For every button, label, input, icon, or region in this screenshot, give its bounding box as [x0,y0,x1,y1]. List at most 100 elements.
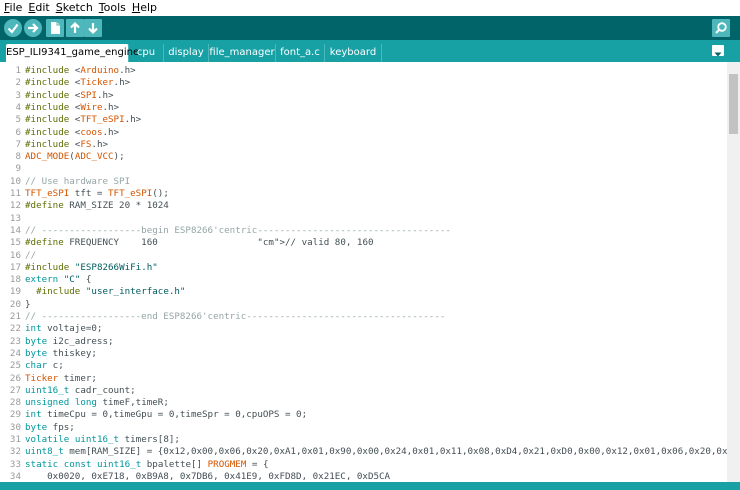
tab-display[interactable]: display [164,44,209,62]
code-text: #define FREQUENCY 160 "cm">// valid 80, … [25,237,374,249]
menu-mnemonic: H [131,1,141,14]
code-text: #include "user_interface.h" [36,286,186,298]
line-number: 8 [15,151,21,163]
code-text: 0x0020, 0xE718, 0xB9A8, 0x7DB6, 0x41E9, … [25,470,391,482]
code-text: int voltaje=0; [25,323,103,335]
code-line: 28 unsigned long timeF,timeR; [0,397,169,409]
line-number: 14 [9,224,21,236]
menu-edit[interactable]: Edit [28,1,49,14]
tab-label: ESP_ILI9341_game_engine [6,47,140,58]
code-line: 26 Ticker timer; [0,373,97,385]
code-text: uint8_t mem[RAM_SIZE] = {0x12,0x00,0x06,… [25,446,727,458]
code-line: 32 uint8_t mem[RAM_SIZE] = {0x12,0x00,0x0… [0,446,727,458]
tab-file-manager[interactable]: file_manager [209,44,276,62]
toolbar [0,16,740,40]
line-number: 33 [9,458,21,470]
line-number: 28 [9,397,21,409]
vertical-scrollbar[interactable] [727,62,740,482]
menu-mnemonic: S [55,1,63,14]
code-line: 3 #include <SPI.h> [0,90,113,102]
scrollbar-thumb[interactable] [729,74,738,134]
code-line: 21 // ------------------end ESP8266'centr… [0,311,445,323]
code-line: 16 // [0,249,36,262]
code-line: 17 #include "ESP8266WiFi.h" [0,262,158,274]
open-button[interactable] [66,19,84,37]
code-line: 23 byte i2c_adress; [0,336,114,348]
code-line: 20} [0,299,31,311]
code-line: 25 char c; [0,360,64,372]
code-line: 10 // Use hardware SPI [0,175,130,188]
code-line: 18 extern "C" { [0,274,92,286]
tab-cpu[interactable]: cpu [129,44,164,62]
code-line: 34 0x0020, 0xE718, 0xB9A8, 0x7DB6, 0x41E… [0,470,390,482]
tab-bar: ESP_ILI9341_game_engine cpu display file… [0,40,740,62]
line-number: 18 [9,274,21,286]
verify-button[interactable] [4,19,22,37]
code-text: int timeCpu = 0,timeGpu = 0,timeSpr = 0,… [25,409,308,421]
arrow-up-icon [70,21,80,33]
line-number: 16 [9,249,21,261]
code-text: #include <Ticker.h> [25,77,131,89]
line-number: 22 [9,323,21,335]
code-line: 1 #include <Arduino.h> [0,65,135,77]
tab-esp-ili9341-game-engine[interactable]: ESP_ILI9341_game_engine [6,44,139,62]
code-text: #include <coos.h> [25,126,120,138]
code-line: 6 #include <coos.h> [0,127,119,139]
menu-help[interactable]: Help [132,1,157,14]
menu-mnemonic: F [4,1,10,14]
code-line: 33 static const uint16_t bpalette[] PROGM… [0,458,269,471]
menu-tools[interactable]: Tools [99,1,126,14]
arrow-down-icon [88,23,98,35]
line-number: 2 [15,77,21,89]
save-button[interactable] [84,19,102,37]
tab-label: display [168,47,204,58]
code-editor[interactable]: 1 #include <Arduino.h> 2 #include <Ticker.h… [0,62,727,482]
menu-sketch[interactable]: Sketch [56,1,93,14]
code-line: 29 int timeCpu = 0,timeGpu = 0,timeSpr = … [0,409,307,421]
line-number: 11 [9,188,21,199]
tab-keyboard[interactable]: keyboard [325,44,382,62]
code-line: 30 byte fps; [0,421,75,434]
search-icon [715,22,727,34]
line-number: 30 [9,421,21,433]
line-number: 15 [9,237,21,249]
code-text: #include <Wire.h> [25,101,120,113]
code-text: // ------------------end ESP8266'centric… [25,311,446,322]
arrow-right-icon [28,23,39,33]
code-line: 31 volatile uint16_t timers[8]; [0,434,180,446]
code-text: extern "C" { [25,274,92,286]
line-number: 10 [9,175,21,187]
menu-bar: File Edit Sketch Tools Help [0,0,740,17]
code-line: 9 [0,163,21,175]
tab-label: font_a.c [280,47,320,58]
code-line: 4 #include <Wire.h> [0,102,119,114]
line-number: 27 [9,384,21,396]
code-text: // ------------------begin ESP8266'centr… [25,224,451,236]
code-line: 2 #include <Ticker.h> [0,77,130,89]
line-number: 34 [9,470,21,482]
menu-file[interactable]: File [4,1,22,14]
upload-button[interactable] [24,19,42,37]
tab-label: file_manager [209,47,275,58]
code-text: #include <Arduino.h> [25,65,136,76]
line-number: 9 [15,163,21,175]
code-text: } [25,298,31,310]
line-number: 7 [15,138,21,150]
new-sketch-button[interactable] [46,19,64,37]
serial-monitor-button[interactable] [712,19,730,37]
tab-menu-button[interactable] [712,45,724,57]
menu-mnemonic: E [28,1,36,14]
code-text: uint16_t cadr_count; [25,384,136,396]
code-text: #include <TFT_eSPI.h> [25,114,142,126]
line-number: 32 [9,446,21,458]
code-line: 22 int voltaje=0; [0,323,103,335]
tab-font-a-c[interactable]: font_a.c [276,44,325,62]
code-line: 13 [0,213,21,225]
code-text: #include "ESP8266WiFi.h" [25,261,158,273]
tab-label: cpu [136,47,156,58]
code-text: #include <FS.h> [25,138,109,150]
code-text: static const uint16_t bpalette[] PROGMEM… [25,458,269,470]
code-line: 19 #include "user_interface.h" [0,286,186,298]
code-text: byte thiskey; [25,347,97,359]
menu-mnemonic: T [98,1,104,14]
